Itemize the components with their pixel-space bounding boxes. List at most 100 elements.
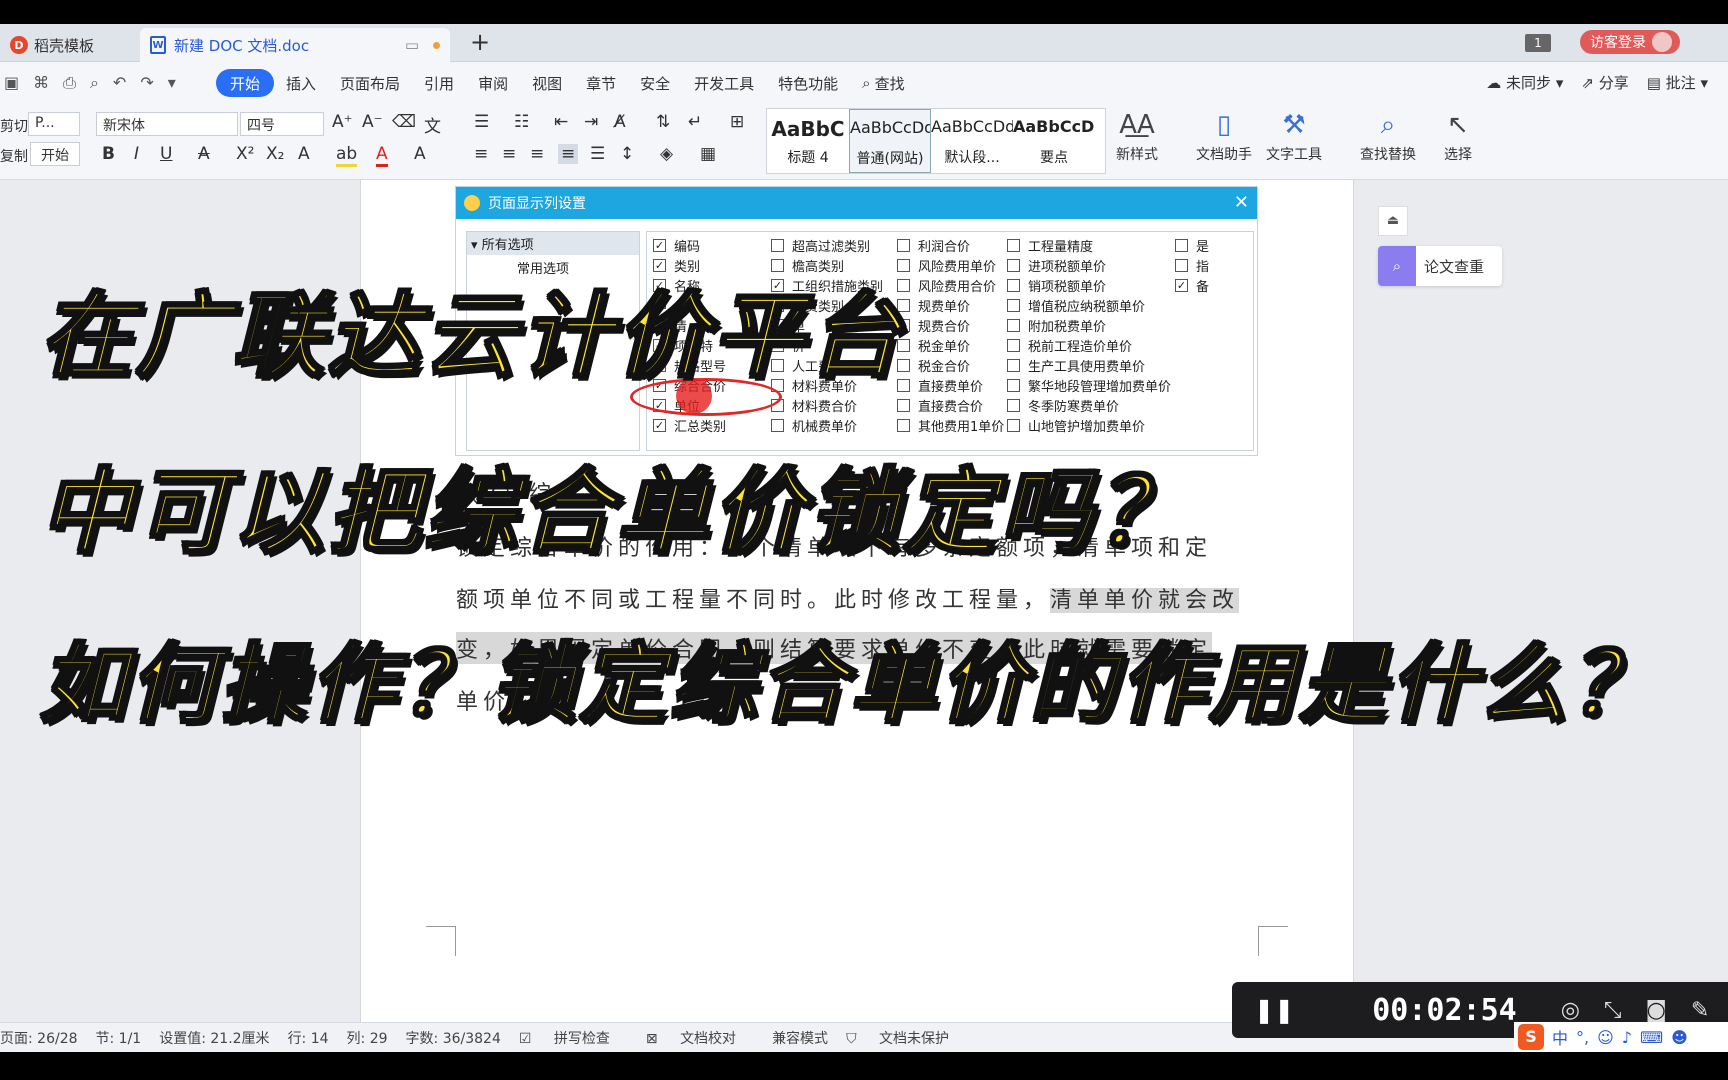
borders-icon[interactable]: ▦	[700, 144, 716, 164]
paper-check-button[interactable]: ⌕ 论文查重	[1378, 246, 1502, 286]
increase-indent-icon[interactable]: ⇥	[584, 112, 598, 132]
share-button[interactable]: ⇗ 分享	[1581, 72, 1628, 93]
unchecked-box-icon[interactable]	[1007, 399, 1020, 412]
column-checkbox[interactable]: 规费合价	[897, 316, 970, 335]
unchecked-box-icon[interactable]	[1175, 259, 1188, 272]
unchecked-box-icon[interactable]	[897, 419, 910, 432]
new-tab-button[interactable]: +	[470, 28, 490, 56]
unchecked-box-icon[interactable]	[1007, 279, 1020, 292]
column-checkbox[interactable]: 销项税额单价	[1007, 276, 1106, 295]
text-tools-button[interactable]: ⚒ 文字工具	[1266, 110, 1322, 164]
subscript-icon[interactable]: X₂	[266, 144, 284, 164]
print-icon[interactable]: ⎙	[63, 73, 76, 93]
font-size-select[interactable]: 四号	[240, 112, 324, 136]
format-painter-icon[interactable]: ⌘	[33, 73, 49, 93]
char-shading-icon[interactable]: A	[414, 144, 426, 164]
unchecked-box-icon[interactable]	[1007, 319, 1020, 332]
underline-icon[interactable]: U	[160, 144, 172, 164]
column-checkbox[interactable]: 直接费合价	[897, 396, 983, 415]
doc-line[interactable]: 额项单位不同或工程量不同时。此时修改工程量，清单单价就会改	[456, 582, 1240, 614]
unchecked-box-icon[interactable]	[1007, 359, 1020, 372]
unchecked-box-icon[interactable]	[897, 239, 910, 252]
keyboard-icon[interactable]: ⌨	[1640, 1028, 1663, 1047]
column-checkbox[interactable]: 机械费单价	[771, 416, 857, 435]
strikethrough-icon[interactable]: A	[198, 144, 210, 164]
doc-assistant-button[interactable]: ▯ 文档助手	[1196, 110, 1252, 164]
style-heading4[interactable]: AaBbC 标题 4	[767, 109, 849, 173]
menu-developer[interactable]: 开发工具	[682, 69, 766, 97]
menu-view[interactable]: 视图	[520, 69, 574, 97]
highlight-icon[interactable]: ab	[336, 144, 358, 167]
menu-security[interactable]: 安全	[628, 69, 682, 97]
align-left-icon[interactable]: ≡	[474, 144, 488, 164]
column-checkbox[interactable]: 利润合价	[897, 236, 970, 255]
guest-login-button[interactable]: 访客登录	[1580, 30, 1680, 54]
sort-icon[interactable]: ⇅	[656, 112, 670, 132]
style-normal-web[interactable]: AaBbCcDd 普通(网站)	[849, 109, 931, 173]
ime-lang-toggle[interactable]: 中	[1552, 1025, 1568, 1049]
column-checkbox[interactable]: 进项税额单价	[1007, 256, 1106, 275]
line-spacing-icon[interactable]: ↕	[620, 144, 634, 164]
punctuation-icon[interactable]: °,	[1576, 1028, 1589, 1047]
grow-font-icon[interactable]: A⁺	[332, 112, 353, 132]
unchecked-box-icon[interactable]	[1007, 339, 1020, 352]
shrink-icon[interactable]: ⤡	[1604, 998, 1622, 1023]
menu-insert[interactable]: 插入	[274, 69, 328, 97]
column-checkbox[interactable]: 附加税费单价	[1007, 316, 1106, 335]
font-name-select[interactable]: 新宋体	[96, 112, 238, 136]
shrink-font-icon[interactable]: A⁻	[362, 112, 383, 132]
save-icon[interactable]: ▣	[4, 73, 19, 93]
protect-button[interactable]: ⛉ 文档未保护	[846, 1028, 967, 1048]
decrease-indent-icon[interactable]: ⇤	[554, 112, 568, 132]
unchecked-box-icon[interactable]	[1007, 379, 1020, 392]
checked-box-icon[interactable]: ✓	[653, 419, 666, 432]
column-checkbox[interactable]: 风险费用单价	[897, 256, 996, 275]
superscript-icon[interactable]: X²	[236, 144, 254, 164]
text-effect-icon[interactable]: A	[298, 144, 310, 164]
unchecked-box-icon[interactable]	[1175, 239, 1188, 252]
menu-page-layout[interactable]: 页面布局	[328, 69, 412, 97]
cut-button[interactable]: 剪切	[0, 116, 28, 136]
monitor-icon[interactable]: ▭	[405, 36, 419, 54]
unchecked-box-icon[interactable]	[771, 239, 784, 252]
new-style-button[interactable]: A͟A 新样式	[1116, 110, 1158, 164]
spell-check-button[interactable]: ☑ 拼写检查	[519, 1028, 628, 1048]
clear-format-icon[interactable]: ⌫	[392, 112, 416, 132]
paste-preview-box[interactable]: P...	[28, 112, 80, 136]
shading-icon[interactable]: ◈	[660, 144, 673, 164]
pause-icon[interactable]: ❚❚	[1254, 996, 1294, 1024]
font-color-icon[interactable]: A	[376, 144, 388, 167]
column-checkbox[interactable]: 山地管护增加费单价	[1007, 416, 1145, 435]
column-checkbox[interactable]: 税金单价	[897, 336, 970, 355]
column-checkbox[interactable]: ✓ 汇总类别	[653, 416, 726, 435]
column-checkbox[interactable]: 繁华地段管理增加费单价	[1007, 376, 1171, 395]
bullet-list-icon[interactable]: ☰	[474, 112, 489, 132]
number-list-icon[interactable]: ☷	[514, 112, 529, 132]
menu-search[interactable]: ⌕ 查找	[850, 69, 916, 97]
column-checkbox[interactable]: 其他费用1单价	[897, 416, 1004, 435]
column-checkbox[interactable]: 材料费合价	[771, 396, 857, 415]
format-painter-tab-button[interactable]: 开始	[30, 142, 80, 166]
unchecked-box-icon[interactable]	[897, 399, 910, 412]
show-marks-icon[interactable]: ↵	[688, 112, 702, 132]
justify-icon[interactable]: ≡	[558, 144, 579, 164]
menu-home[interactable]: 开始	[216, 69, 275, 97]
comment-button[interactable]: ▤ 批注 ▾	[1647, 72, 1708, 93]
collapse-icon[interactable]: ⏏	[1378, 206, 1408, 236]
distribute-icon[interactable]: ☰	[590, 144, 605, 164]
menu-references[interactable]: 引用	[412, 69, 466, 97]
undo-icon[interactable]: ↶	[113, 73, 126, 93]
redo-icon[interactable]: ↷	[140, 73, 153, 93]
close-icon[interactable]: ✕	[1234, 192, 1249, 213]
table-border-icon[interactable]: ⊞	[730, 112, 744, 132]
column-checkbox[interactable]: 生产工具使用费单价	[1007, 356, 1145, 375]
unchecked-box-icon[interactable]	[1007, 299, 1020, 312]
unchecked-box-icon[interactable]	[1007, 239, 1020, 252]
camera-icon[interactable]: ◙	[1646, 998, 1667, 1023]
align-center-icon[interactable]: ≡	[502, 144, 516, 164]
tab-docer-templates[interactable]: D 稻壳模板	[0, 28, 138, 62]
column-checkbox[interactable]: 风险费用合价	[897, 276, 996, 295]
menu-special[interactable]: 特色功能	[766, 69, 850, 97]
microphone-icon[interactable]: ♪	[1622, 1028, 1632, 1047]
unchecked-box-icon[interactable]	[1007, 259, 1020, 272]
